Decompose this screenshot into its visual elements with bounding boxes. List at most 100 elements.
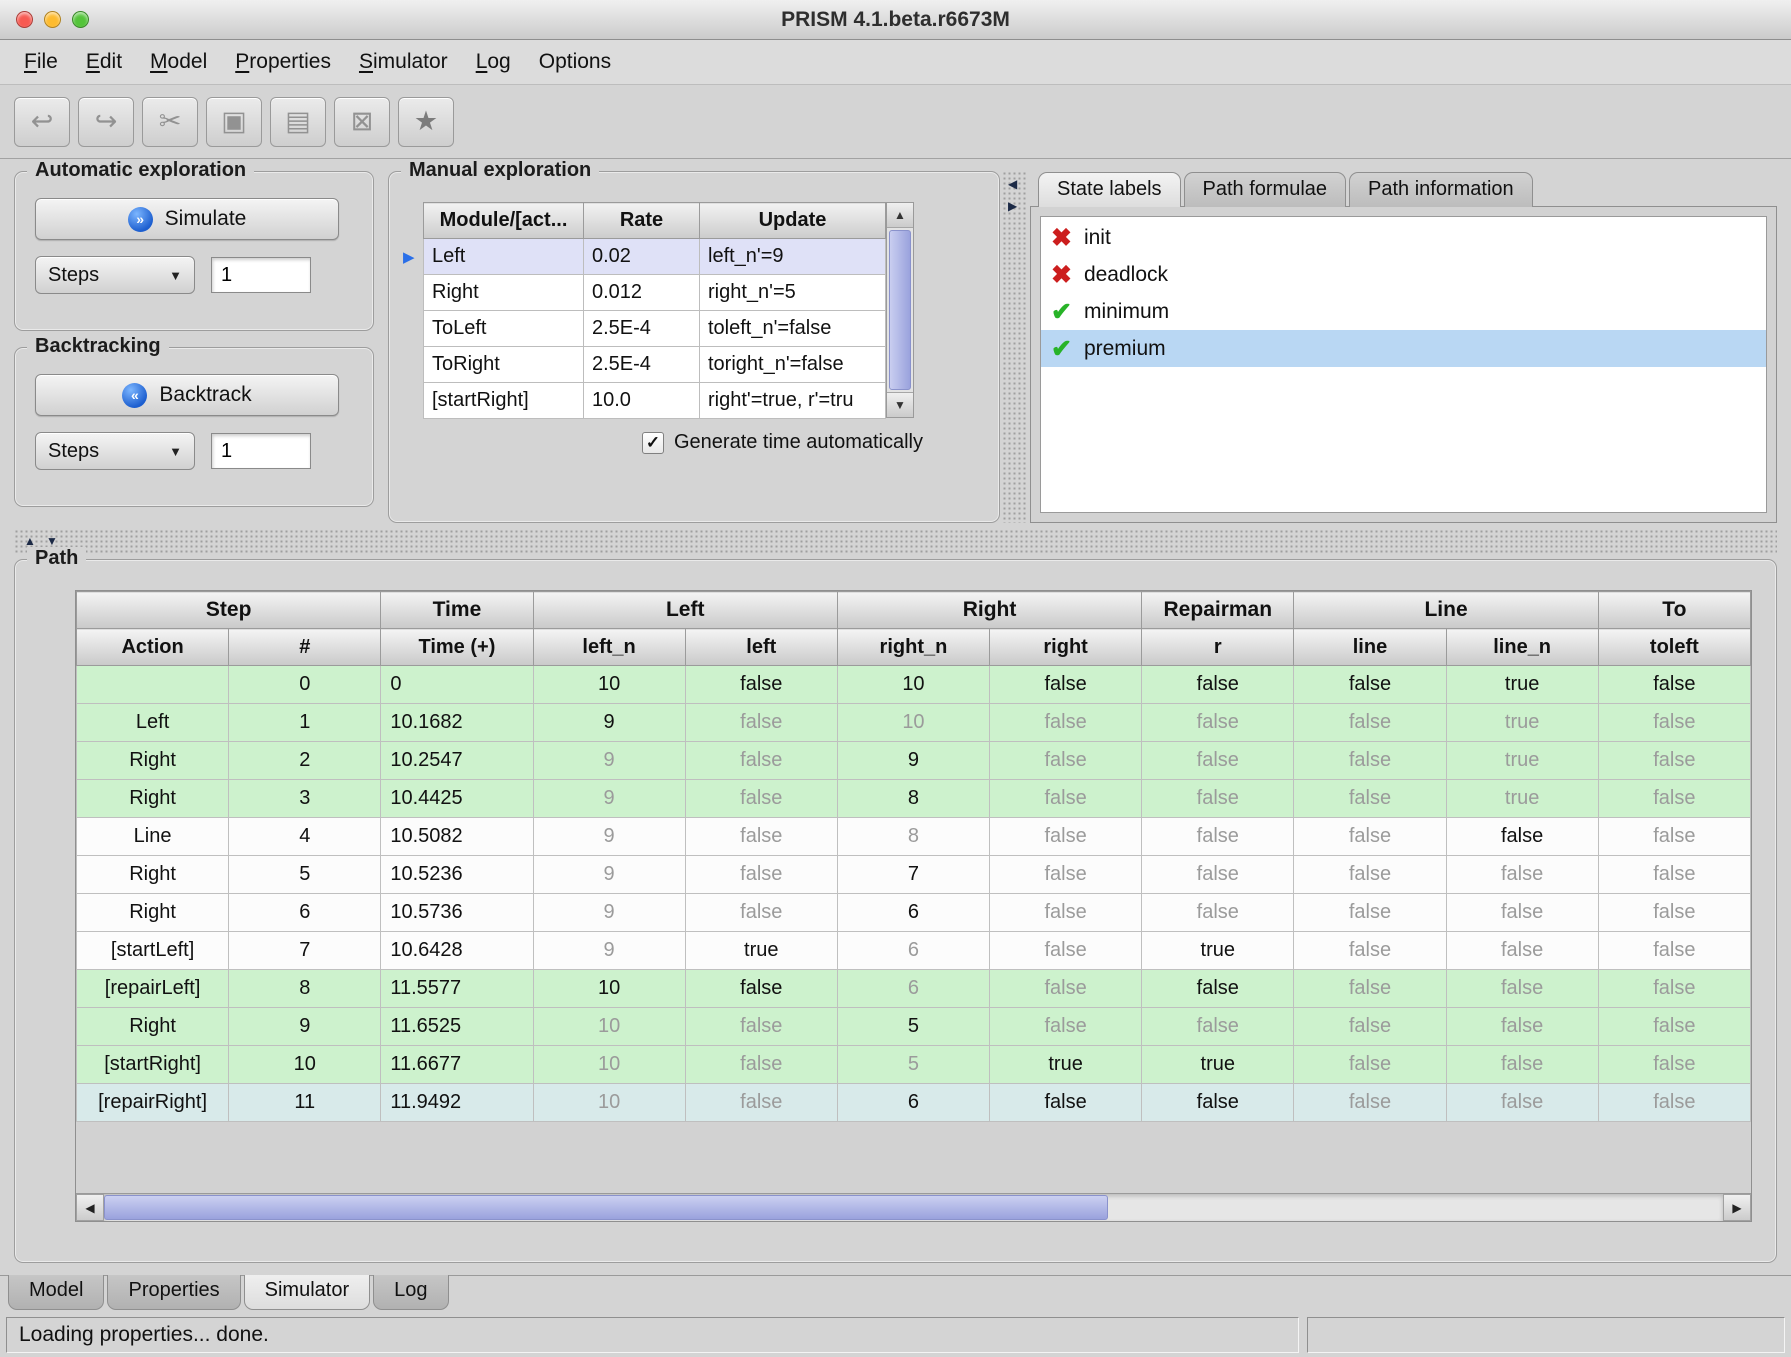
label-item-init[interactable]: ✖init <box>1041 219 1766 256</box>
titlebar[interactable]: PRISM 4.1.beta.r6673M <box>0 0 1791 40</box>
tab-simulator[interactable]: Simulator <box>244 1275 370 1310</box>
scrollbar-thumb[interactable] <box>889 230 911 390</box>
menu-options[interactable]: Options <box>525 46 625 78</box>
path-row[interactable]: Right510.52369false7falsefalsefalsefalse… <box>77 856 1751 894</box>
path-row[interactable]: [repairRight]1111.949210false6falsefalse… <box>77 1084 1751 1122</box>
path-row[interactable]: Right610.57369false6falsefalsefalsefalse… <box>77 894 1751 932</box>
simulate-steps-combo[interactable]: Steps ▼ <box>35 256 195 294</box>
path-cell: false <box>1142 780 1294 818</box>
path-cell: 10.6428 <box>381 932 533 970</box>
path-column-header[interactable]: right <box>990 629 1142 666</box>
simulate-button[interactable]: » Simulate <box>35 198 339 240</box>
scroll-right-icon[interactable]: ▶ <box>1723 1194 1751 1221</box>
path-cell: 9 <box>533 704 685 742</box>
path-row[interactable]: 0010false10falsefalsefalsetruefalse <box>77 666 1751 704</box>
menu-log[interactable]: Log <box>462 46 525 78</box>
path-cell: false <box>1294 932 1446 970</box>
delete-button[interactable]: ⊠ <box>334 97 390 147</box>
scroll-down-icon[interactable]: ▼ <box>887 392 913 417</box>
path-row[interactable]: Left110.16829false10falsefalsefalsetruef… <box>77 704 1751 742</box>
path-cell: [repairRight] <box>77 1084 229 1122</box>
path-column-header[interactable]: # <box>229 629 381 666</box>
tab-path-formulae[interactable]: Path formulae <box>1184 172 1347 207</box>
path-hscrollbar[interactable]: ◀ ▶ <box>76 1193 1751 1221</box>
collapse-down-icon[interactable]: ▼ <box>46 534 58 548</box>
backtrack-steps-combo[interactable]: Steps ▼ <box>35 432 195 470</box>
cross-icon: ✖ <box>1051 223 1072 253</box>
path-column-header[interactable]: line <box>1294 629 1446 666</box>
manual-column-header[interactable]: Rate <box>584 203 700 239</box>
path-cell: false <box>1294 742 1446 780</box>
tab-model[interactable]: Model <box>8 1275 104 1310</box>
generate-time-checkbox[interactable]: ✓ <box>642 432 664 454</box>
tab-state-labels[interactable]: State labels <box>1038 172 1181 207</box>
menu-file[interactable]: File <box>10 46 72 78</box>
path-cell: false <box>1446 856 1598 894</box>
path-column-header[interactable]: left <box>685 629 837 666</box>
tab-properties[interactable]: Properties <box>107 1275 240 1310</box>
path-column-header[interactable]: Time (+) <box>381 629 533 666</box>
close-button[interactable] <box>16 11 33 28</box>
back-button[interactable]: ↩ <box>14 97 70 147</box>
manual-row[interactable]: ToRight2.5E-4toright_n'=false <box>424 347 886 383</box>
statusbar: Loading properties... done. <box>0 1313 1791 1357</box>
manual-row[interactable]: Right0.012right_n'=5 <box>424 275 886 311</box>
menu-edit[interactable]: Edit <box>72 46 136 78</box>
simulate-steps-input[interactable] <box>211 257 311 293</box>
collapse-up-icon[interactable]: ▲ <box>24 534 36 548</box>
path-cell: true <box>1446 666 1598 704</box>
paste-button[interactable]: ▤ <box>270 97 326 147</box>
path-row[interactable]: Right310.44259false8falsefalsefalsetruef… <box>77 780 1751 818</box>
path-cell: false <box>1598 818 1750 856</box>
path-row[interactable]: Line410.50829false8falsefalsefalsefalsef… <box>77 818 1751 856</box>
path-cell: 10.5082 <box>381 818 533 856</box>
cut-button[interactable]: ✂ <box>142 97 198 147</box>
path-column-header[interactable]: Action <box>77 629 229 666</box>
vertical-splitter[interactable]: ◀ ▶ <box>1002 171 1028 523</box>
zoom-button[interactable] <box>72 11 89 28</box>
menu-model[interactable]: Model <box>136 46 221 78</box>
collapse-left-icon[interactable]: ◀ <box>1008 177 1017 191</box>
manual-column-header[interactable]: Update <box>700 203 886 239</box>
path-column-header[interactable]: toleft <box>1598 629 1750 666</box>
menu-simulator[interactable]: Simulator <box>345 46 462 78</box>
path-cell: false <box>1294 1008 1446 1046</box>
path-column-header[interactable]: left_n <box>533 629 685 666</box>
tab-path-information[interactable]: Path information <box>1349 172 1533 207</box>
path-row[interactable]: [startRight]1011.667710false5truetruefal… <box>77 1046 1751 1084</box>
manual-row[interactable]: [startRight]10.0right'=true, r'=tru <box>424 383 886 419</box>
copy-button[interactable]: ▣ <box>206 97 262 147</box>
scrollbar-thumb[interactable] <box>104 1195 1108 1220</box>
manual-table-scrollbar[interactable]: ▲ ▼ <box>886 202 914 418</box>
manual-column-header[interactable]: Module/[act... <box>424 203 584 239</box>
path-row[interactable]: [startLeft]710.64289true6falsetruefalsef… <box>77 932 1751 970</box>
menu-properties[interactable]: Properties <box>221 46 345 78</box>
minimize-button[interactable] <box>44 11 61 28</box>
horizontal-splitter[interactable]: ▲ ▼ <box>14 529 1777 555</box>
star-button[interactable]: ★ <box>398 97 454 147</box>
label-item-deadlock[interactable]: ✖deadlock <box>1041 256 1766 293</box>
path-row[interactable]: Right210.25479false9falsefalsefalsetruef… <box>77 742 1751 780</box>
path-table: StepTimeLeftRightRepairmanLineToAction#T… <box>76 591 1751 1122</box>
tab-log[interactable]: Log <box>373 1275 448 1310</box>
manual-row[interactable]: ToLeft2.5E-4toleft_n'=false <box>424 311 886 347</box>
path-column-header[interactable]: right_n <box>837 629 989 666</box>
path-cell: false <box>990 1008 1142 1046</box>
manual-row[interactable]: Left0.02left_n'=9 <box>424 239 886 275</box>
backtrack-steps-input[interactable] <box>211 433 311 469</box>
path-cell: false <box>990 704 1142 742</box>
path-column-header[interactable]: r <box>1142 629 1294 666</box>
collapse-right-icon[interactable]: ▶ <box>1008 199 1017 213</box>
path-row[interactable]: Right911.652510false5falsefalsefalsefals… <box>77 1008 1751 1046</box>
scrollbar-track[interactable] <box>104 1194 1723 1221</box>
path-row[interactable]: [repairLeft]811.557710false6falsefalsefa… <box>77 970 1751 1008</box>
path-cell: 0 <box>229 666 381 704</box>
path-cell: false <box>1142 704 1294 742</box>
label-item-minimum[interactable]: ✔minimum <box>1041 293 1766 330</box>
scroll-left-icon[interactable]: ◀ <box>76 1194 104 1221</box>
forward-button[interactable]: ↪ <box>78 97 134 147</box>
label-item-premium[interactable]: ✔premium <box>1041 330 1766 367</box>
backtrack-button[interactable]: « Backtrack <box>35 374 339 416</box>
path-column-header[interactable]: line_n <box>1446 629 1598 666</box>
scroll-up-icon[interactable]: ▲ <box>887 203 913 228</box>
